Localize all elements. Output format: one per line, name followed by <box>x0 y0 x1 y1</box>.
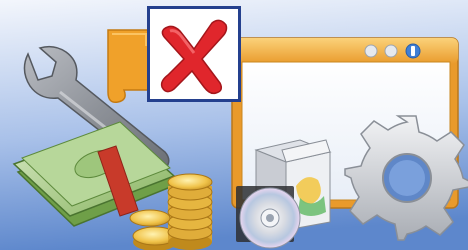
close-icon <box>160 19 228 95</box>
gear-icon <box>344 115 468 241</box>
software-cleanup-illustration <box>0 0 468 250</box>
close-icon-frame <box>147 6 241 102</box>
disc-icon <box>236 186 301 249</box>
window-maximize-dot <box>384 44 398 58</box>
window-minimize-dot <box>364 44 378 58</box>
